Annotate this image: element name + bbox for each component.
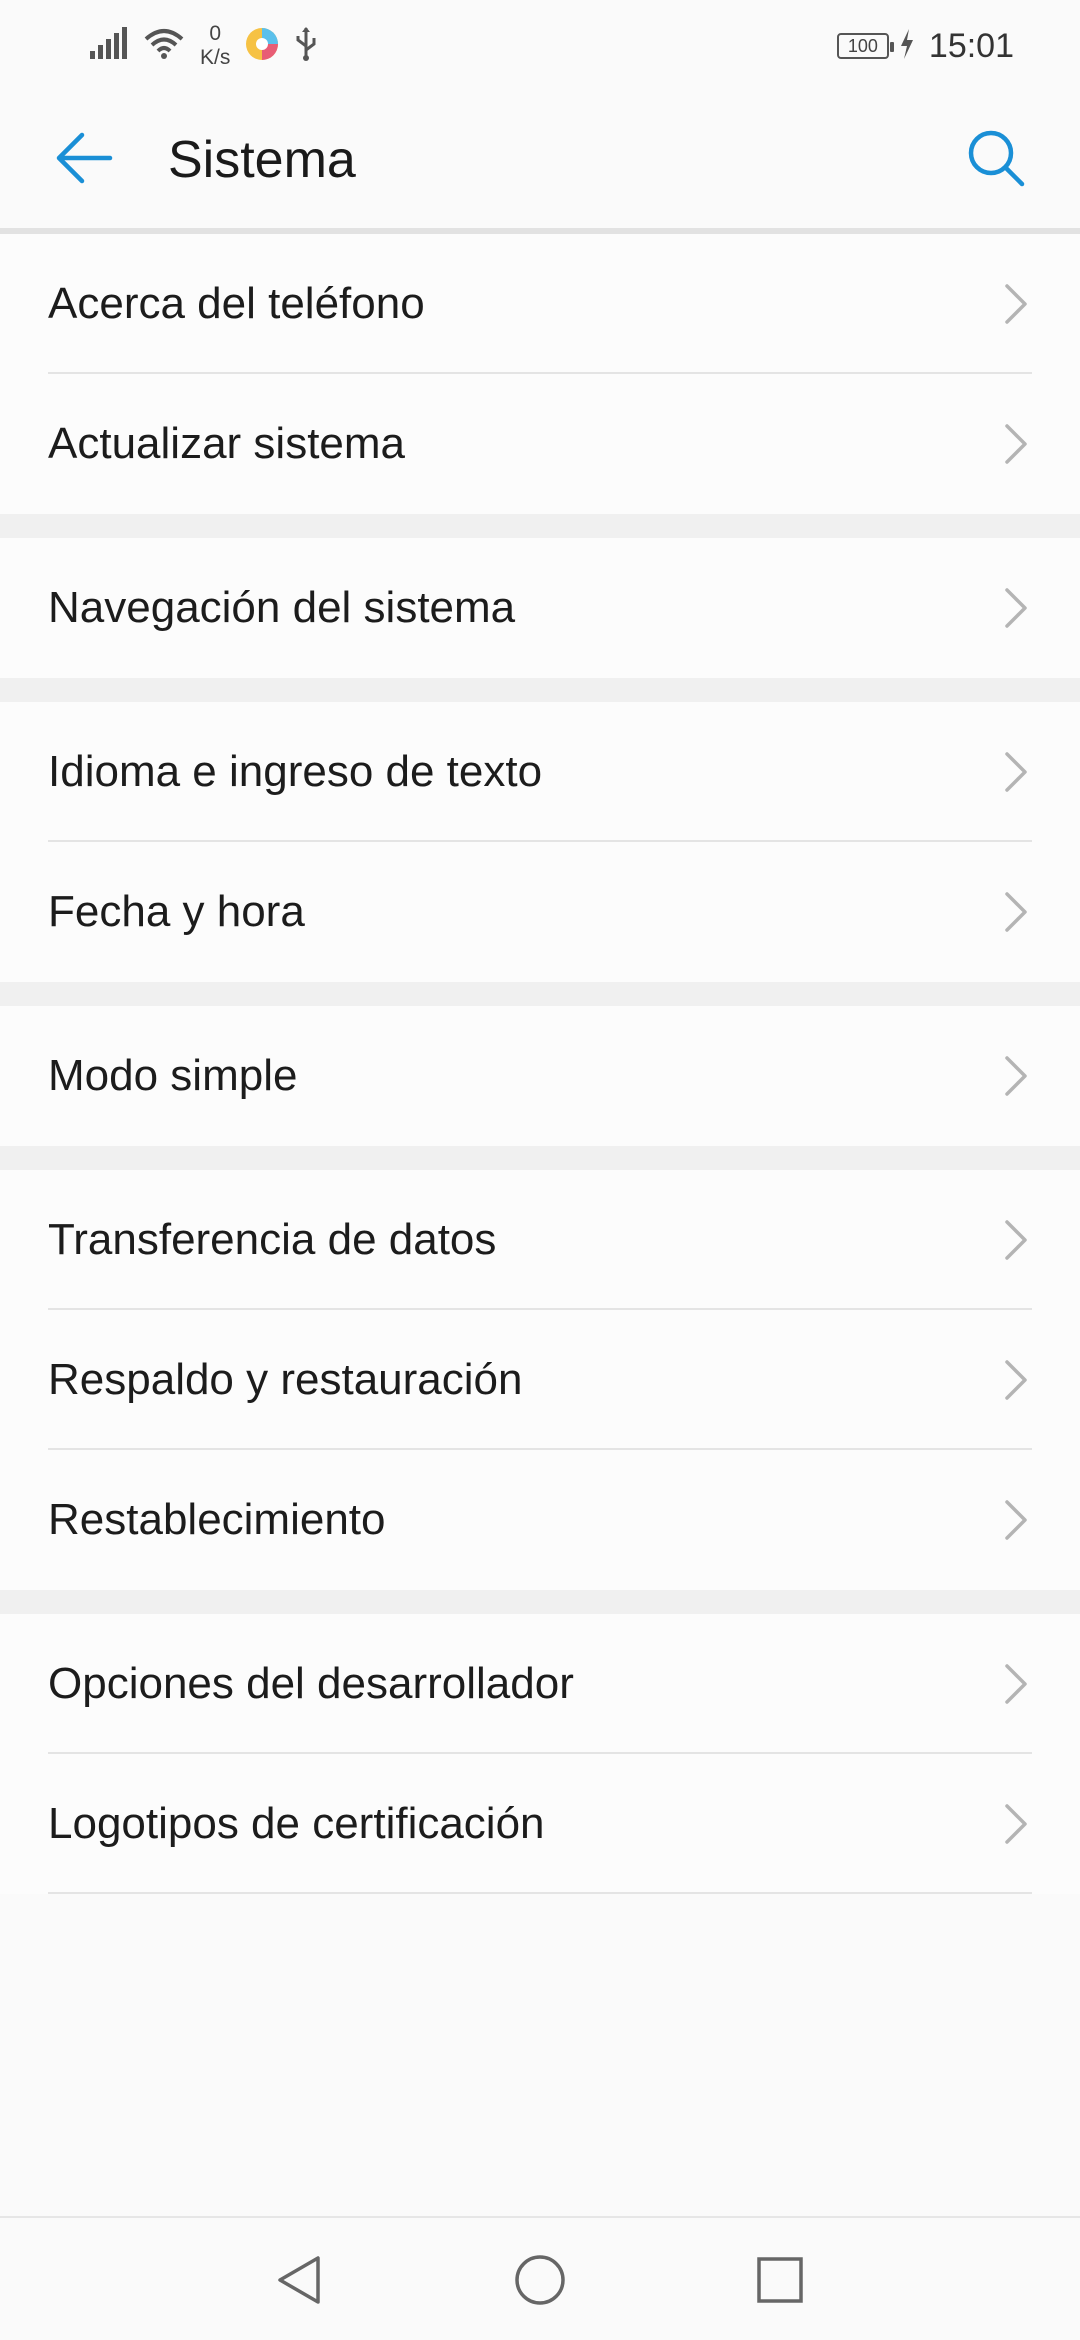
settings-item-label: Idioma e ingreso de texto xyxy=(48,747,543,796)
signal-icon xyxy=(88,26,128,66)
status-bar: 0 K/s 100 15:01 xyxy=(0,0,1080,92)
chevron-right-icon xyxy=(1005,284,1027,324)
chevron-right-icon xyxy=(1005,1804,1027,1844)
search-button[interactable] xyxy=(956,124,1036,196)
nav-back-icon xyxy=(278,2256,320,2304)
settings-item-system-navigation[interactable]: Navegación del sistema xyxy=(0,538,1080,678)
chevron-right-icon xyxy=(1005,588,1027,628)
settings-item-date-time[interactable]: Fecha y hora xyxy=(0,842,1080,982)
settings-item-language-input[interactable]: Idioma e ingreso de texto xyxy=(0,702,1080,842)
settings-list: Acerca del teléfono Actualizar sistema N… xyxy=(0,234,1080,1894)
settings-group: Transferencia de datos Respaldo y restau… xyxy=(0,1170,1080,1590)
settings-group: Idioma e ingreso de texto Fecha y hora xyxy=(0,702,1080,982)
chevron-right-icon xyxy=(1005,752,1027,792)
back-arrow-icon xyxy=(54,130,114,191)
back-button[interactable] xyxy=(44,124,124,196)
settings-item-reset[interactable]: Restablecimiento xyxy=(0,1450,1080,1590)
nav-recents-button[interactable] xyxy=(738,2238,822,2322)
network-speed-unit: K/s xyxy=(200,46,231,69)
network-speed-value: 0 xyxy=(209,22,222,45)
settings-item-about-phone[interactable]: Acerca del teléfono xyxy=(0,234,1080,374)
status-bar-left: 0 K/s xyxy=(88,20,318,72)
settings-item-system-update[interactable]: Actualizar sistema xyxy=(0,374,1080,514)
settings-group: Opciones del desarrollador Logotipos de … xyxy=(0,1614,1080,1894)
section-gap xyxy=(0,1590,1080,1614)
section-gap xyxy=(0,1146,1080,1170)
search-icon xyxy=(966,128,1026,193)
settings-item-label: Opciones del desarrollador xyxy=(48,1659,574,1708)
page-title: Sistema xyxy=(168,131,356,189)
wifi-icon xyxy=(142,27,186,66)
settings-item-label: Fecha y hora xyxy=(48,887,305,936)
settings-item-data-transfer[interactable]: Transferencia de datos xyxy=(0,1170,1080,1310)
status-time: 15:01 xyxy=(928,26,1014,65)
divider xyxy=(48,1892,1032,1894)
settings-group: Modo simple xyxy=(0,1006,1080,1146)
chevron-right-icon xyxy=(1005,424,1027,464)
usb-icon xyxy=(294,26,318,67)
network-speed: 0 K/s xyxy=(200,22,230,70)
battery-icon: 100 xyxy=(836,33,894,59)
settings-item-label: Transferencia de datos xyxy=(48,1215,497,1264)
settings-item-label: Actualizar sistema xyxy=(48,419,406,468)
chevron-right-icon xyxy=(1005,1220,1027,1260)
section-gap xyxy=(0,678,1080,702)
app-bar: Sistema xyxy=(0,92,1080,228)
chevron-right-icon xyxy=(1005,892,1027,932)
chevron-right-icon xyxy=(1005,1056,1027,1096)
settings-item-developer-options[interactable]: Opciones del desarrollador xyxy=(0,1614,1080,1754)
settings-item-label: Acerca del teléfono xyxy=(48,279,425,328)
navigation-bar xyxy=(0,2216,1080,2340)
nav-home-icon xyxy=(515,2255,565,2305)
settings-item-label: Logotipos de certificación xyxy=(48,1799,545,1848)
settings-item-label: Restablecimiento xyxy=(48,1495,386,1544)
settings-item-backup-restore[interactable]: Respaldo y restauración xyxy=(0,1310,1080,1450)
app-notification-icon xyxy=(244,26,280,67)
settings-item-label: Navegación del sistema xyxy=(48,583,516,632)
section-gap xyxy=(0,514,1080,538)
nav-back-button[interactable] xyxy=(258,2238,342,2322)
chevron-right-icon xyxy=(1005,1664,1027,1704)
chevron-right-icon xyxy=(1005,1500,1027,1540)
settings-item-simple-mode[interactable]: Modo simple xyxy=(0,1006,1080,1146)
settings-item-label: Respaldo y restauración xyxy=(48,1355,523,1404)
status-bar-right: 100 15:01 xyxy=(836,20,1014,72)
nav-home-button[interactable] xyxy=(498,2238,582,2322)
settings-group: Navegación del sistema xyxy=(0,538,1080,678)
section-gap xyxy=(0,982,1080,1006)
chevron-right-icon xyxy=(1005,1360,1027,1400)
settings-item-certification-logos[interactable]: Logotipos de certificación xyxy=(0,1754,1080,1894)
settings-item-label: Modo simple xyxy=(48,1051,298,1100)
settings-group: Acerca del teléfono Actualizar sistema xyxy=(0,234,1080,514)
nav-recents-icon xyxy=(757,2257,803,2303)
charging-icon xyxy=(899,28,915,64)
